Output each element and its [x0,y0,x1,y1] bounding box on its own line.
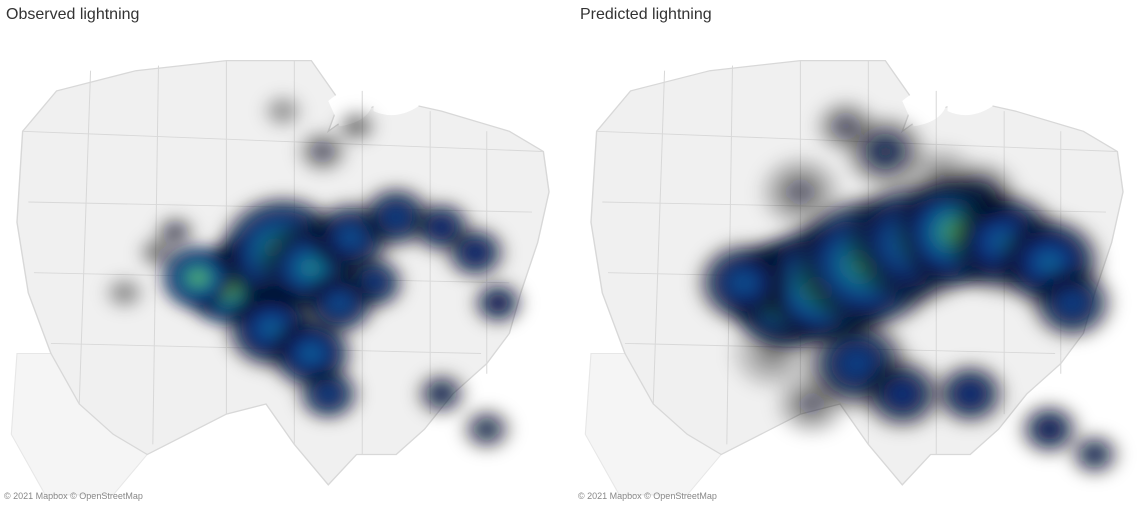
basemap [0,0,566,505]
panels-container: Observed lightning © 2021 Mapbox © OpenS… [0,0,1140,505]
map-panel-observed: Observed lightning © 2021 Mapbox © OpenS… [0,0,566,505]
panel-title: Predicted lightning [580,6,712,24]
map-attribution: © 2021 Mapbox © OpenStreetMap [578,491,717,501]
map-panel-predicted: Predicted lightning © 2021 Mapbox © Open… [574,0,1140,505]
basemap [574,0,1140,505]
map-attribution: © 2021 Mapbox © OpenStreetMap [4,491,143,501]
panel-title: Observed lightning [6,6,139,24]
